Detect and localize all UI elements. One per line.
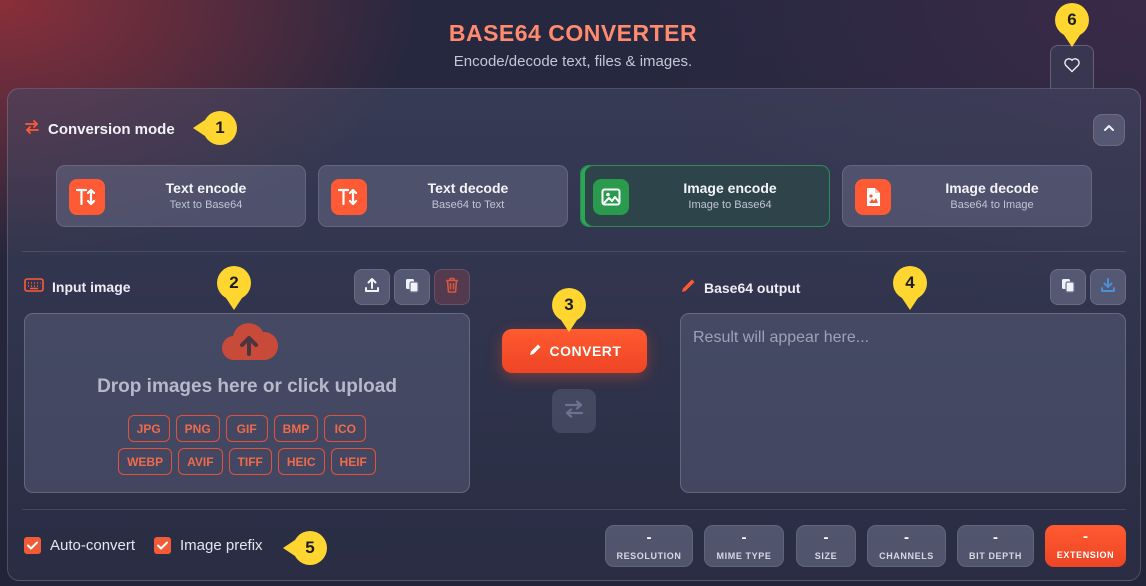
favorite-button[interactable] [1050, 45, 1094, 89]
image-prefix-checkbox[interactable]: Image prefix [154, 537, 263, 554]
download-icon [1100, 277, 1116, 298]
input-section-label: Input image [52, 278, 131, 295]
convert-label: CONVERT [549, 343, 622, 359]
mode-image-encode[interactable]: Image encode Image to Base64 [580, 165, 830, 227]
mode-description: Image to Base64 [688, 199, 772, 211]
app-title: BASE64 CONVERTER [448, 20, 698, 46]
stat-label: RESOLUTION [616, 551, 682, 561]
cloud-upload-icon [219, 318, 279, 367]
stat-label: CHANNELS [879, 551, 934, 561]
callout-badge-2: 2 [217, 266, 251, 310]
swap-button[interactable] [552, 389, 596, 433]
download-output-button[interactable] [1090, 269, 1126, 305]
paste-button[interactable] [394, 269, 430, 305]
output-section-header: Base64 output [680, 278, 800, 297]
image-icon [593, 179, 629, 215]
auto-convert-label: Auto-convert [50, 537, 136, 554]
dropzone-text: Drop images here or click upload [97, 376, 397, 397]
trash-icon [445, 277, 459, 298]
callout-badge-3: 3 [552, 288, 586, 332]
mode-label: Image encode [683, 180, 777, 196]
format-list: JPG PNG GIF BMP ICO [25, 415, 469, 442]
mode-description: Base64 to Text [431, 199, 505, 211]
stat-label: MIME TYPE [716, 551, 772, 561]
stat-channels: - CHANNELS [867, 525, 946, 567]
input-section-header: Input image [24, 278, 131, 295]
mode-text-decode[interactable]: Text decode Base64 to Text [318, 165, 568, 227]
upload-button[interactable] [354, 269, 390, 305]
heart-icon [1063, 57, 1081, 78]
conversion-mode-title: Conversion mode [48, 121, 175, 138]
callout-badge-1: 1 [193, 111, 237, 145]
keyboard-icon [24, 278, 44, 295]
stat-label: SIZE [814, 551, 838, 561]
mode-text-encode[interactable]: Text encode Text to Base64 [56, 165, 306, 227]
page-header: BASE64 CONVERTER Encode/decode text, fil… [0, 20, 1146, 70]
format-tag: TIFF [228, 448, 272, 475]
mode-label: Image decode [945, 180, 1039, 196]
checkmark-icon [154, 537, 171, 554]
checkmark-icon [24, 537, 41, 554]
image-prefix-label: Image prefix [180, 537, 263, 554]
converter-panel: Conversion mode Text encode Text to Base… [7, 88, 1141, 581]
callout-badge-5: 5 [283, 531, 327, 565]
base64-output[interactable]: Result will appear here... [680, 313, 1126, 493]
output-section-label: Base64 output [704, 279, 801, 296]
mode-description: Base64 to Image [950, 199, 1034, 211]
output-placeholder: Result will appear here... [693, 329, 870, 346]
stat-resolution: - RESOLUTION [605, 525, 693, 567]
auto-convert-checkbox[interactable]: Auto-convert [24, 537, 135, 554]
mode-label: Text encode [165, 180, 247, 196]
stat-mime-type: - MIME TYPE [704, 525, 784, 567]
text-size-icon [69, 179, 105, 215]
stat-bit-depth: - BIT DEPTH [957, 525, 1034, 567]
copy-icon [1060, 277, 1076, 298]
callout-badge-6: 6 [1055, 3, 1089, 47]
format-tag: ICO [324, 415, 367, 442]
image-dropzone[interactable]: Drop images here or click upload JPG PNG… [24, 313, 470, 493]
format-tag: BMP [273, 415, 319, 442]
swap-arrows-icon [24, 119, 40, 140]
conversion-mode-header: Conversion mode [24, 119, 175, 140]
format-tag: HEIC [277, 448, 325, 475]
format-list: WEBP AVIF TIFF HEIC HEIF [25, 448, 469, 475]
stat-size: - SIZE [796, 525, 856, 567]
mode-label: Text decode [427, 180, 509, 196]
file-image-icon [855, 179, 891, 215]
pencil-icon [528, 343, 542, 360]
collapse-button[interactable] [1093, 114, 1125, 146]
mode-description: Text to Base64 [169, 199, 243, 211]
stat-extension: - EXTENSION [1045, 525, 1126, 567]
mode-image-decode[interactable]: Image decode Base64 to Image [842, 165, 1092, 227]
pen-icon [680, 278, 696, 297]
stat-value: - [993, 529, 998, 546]
format-tag: GIF [225, 415, 268, 442]
clear-input-button[interactable] [434, 269, 470, 305]
convert-button[interactable]: CONVERT [502, 329, 647, 373]
format-tag: HEIF [330, 448, 376, 475]
app-subtitle: Encode/decode text, files & images. [453, 53, 693, 70]
divider [22, 509, 1126, 510]
stat-label: EXTENSION [1056, 550, 1115, 560]
stat-value: - [904, 529, 909, 546]
stat-value: - [741, 529, 747, 546]
stat-value: - [646, 529, 652, 546]
stat-value: - [823, 529, 829, 546]
stat-value: - [1083, 528, 1088, 545]
swap-arrows-icon [564, 399, 584, 423]
format-tag: JPG [127, 415, 170, 442]
copy-icon [404, 277, 420, 298]
upload-icon [364, 277, 380, 298]
divider [22, 251, 1126, 252]
callout-badge-4: 4 [893, 266, 927, 310]
format-tag: PNG [175, 415, 220, 442]
stat-label: BIT DEPTH [969, 551, 1022, 561]
chevron-up-icon [1102, 121, 1116, 140]
copy-output-button[interactable] [1050, 269, 1086, 305]
format-tag: AVIF [178, 448, 223, 475]
text-size-icon [331, 179, 367, 215]
format-tag: WEBP [118, 448, 173, 475]
